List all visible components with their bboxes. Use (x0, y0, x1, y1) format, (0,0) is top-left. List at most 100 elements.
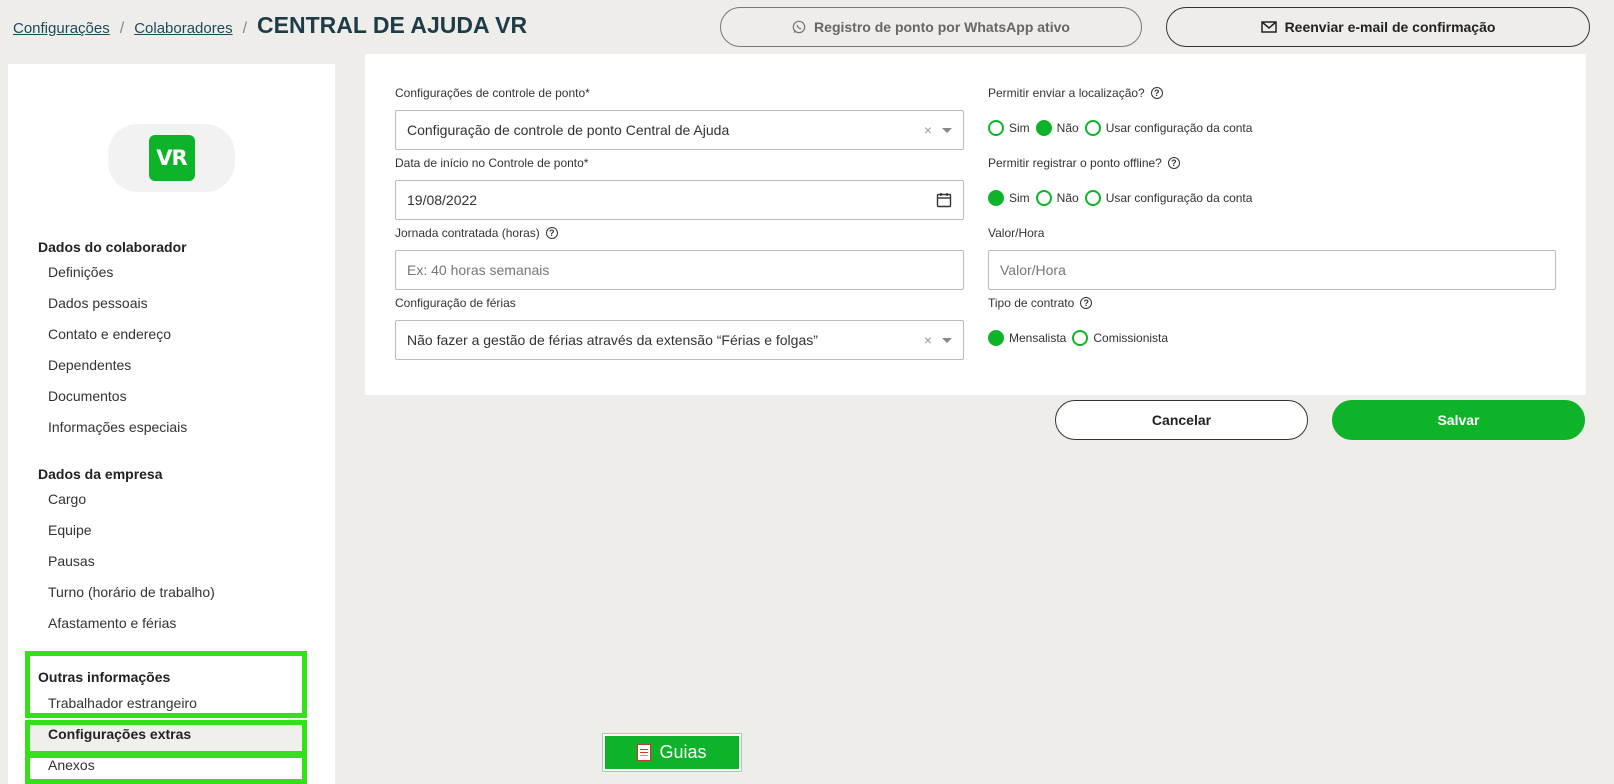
control-config-select[interactable]: Configuração de controle de ponto Centra… (395, 110, 964, 150)
radio-label: Sim (1009, 191, 1030, 205)
breadcrumb-link-configuracoes[interactable]: Configurações (13, 20, 110, 37)
radio-circle[interactable] (1035, 190, 1052, 206)
save-button[interactable]: Salvar (1332, 400, 1585, 440)
whatsapp-status-button[interactable]: Registro de ponto por WhatsApp ativo (720, 7, 1142, 47)
contract-radio-mensalista[interactable]: Mensalista (988, 330, 1066, 346)
start-date-input[interactable]: 19/08/2022 (395, 180, 964, 220)
sidebar-item-configuracoes-extras[interactable]: Configurações extras (48, 726, 191, 742)
start-date-label: Data de início no Controle de ponto* (395, 156, 588, 170)
guias-label: Guias (659, 742, 707, 762)
location-label-text: Permitir enviar a localização? (988, 86, 1145, 100)
chevron-down-icon[interactable] (942, 337, 952, 343)
form-panel: Configurações de controle de ponto* Conf… (365, 54, 1586, 395)
start-date-label-text: Data de início no Controle de ponto* (395, 156, 589, 170)
radio-label: Sim (1009, 121, 1030, 135)
chevron-down-icon[interactable] (942, 127, 952, 133)
resend-email-label: Reenviar e-mail de confirmação (1284, 19, 1496, 35)
location-radio-usar-conta[interactable]: Usar configuração da conta (1084, 120, 1253, 136)
clear-icon[interactable]: × (924, 332, 932, 348)
hour-value-input[interactable]: Valor/Hora (988, 250, 1556, 290)
control-config-value: Configuração de controle de ponto Centra… (407, 122, 730, 138)
journey-label: Jornada contratada (horas) ? (395, 226, 558, 240)
journey-input[interactable]: Ex: 40 horas semanais (395, 250, 964, 290)
help-icon[interactable]: ? (1080, 297, 1093, 309)
offline-radio-nao[interactable]: Não (1035, 190, 1079, 206)
sidebar-item-turno[interactable]: Turno (horário de trabalho) (48, 584, 215, 600)
contract-label: Tipo de contrato ? (988, 296, 1093, 310)
clear-icon[interactable]: × (924, 122, 932, 138)
breadcrumb-separator: / (242, 20, 248, 37)
location-label: Permitir enviar a localização? ? (988, 86, 1163, 100)
offline-radio-usar-conta[interactable]: Usar configuração da conta (1084, 190, 1252, 206)
sidebar-item-dados-pessoais[interactable]: Dados pessoais (48, 295, 148, 311)
page-title: CENTRAL DE AJUDA VR (257, 12, 528, 38)
radio-label: Não (1056, 191, 1079, 205)
cancel-button[interactable]: Cancelar (1055, 400, 1308, 440)
hour-value-placeholder: Valor/Hora (1000, 262, 1066, 278)
journey-placeholder: Ex: 40 horas semanais (407, 262, 550, 278)
sidebar-item-anexos[interactable]: Anexos (48, 757, 95, 773)
location-radio-sim[interactable]: Sim (988, 120, 1030, 136)
vacation-select[interactable]: Não fazer a gestão de férias através da … (395, 320, 964, 360)
hour-value-label-text: Valor/Hora (988, 226, 1045, 240)
radio-label: Comissionista (1093, 331, 1169, 345)
contract-label-text: Tipo de contrato (988, 296, 1075, 310)
sidebar-item-pausas[interactable]: Pausas (48, 553, 95, 569)
sidebar-section-dados-colaborador: Dados do colaborador (38, 239, 187, 255)
sidebar-item-dependentes[interactable]: Dependentes (48, 357, 131, 373)
radio-circle-selected[interactable] (988, 190, 1004, 206)
sidebar-item-afastamento-ferias[interactable]: Afastamento e férias (48, 615, 176, 631)
vacation-label-text: Configuração de férias (395, 296, 516, 310)
vacation-value: Não fazer a gestão de férias através da … (407, 332, 818, 348)
offline-label-text: Permitir registrar o ponto offline? (988, 156, 1162, 170)
sidebar-section-dados-empresa: Dados da empresa (38, 466, 163, 482)
sidebar-item-documentos[interactable]: Documentos (48, 388, 127, 404)
company-avatar: VR (108, 124, 235, 192)
radio-circle[interactable] (1084, 120, 1101, 136)
sidebar-item-cargo[interactable]: Cargo (48, 491, 86, 507)
sidebar: VR Dados do colaborador Definições Dados… (8, 64, 335, 784)
location-radio-group: Sim Não Usar configuração da conta (988, 120, 1258, 136)
radio-circle[interactable] (1072, 330, 1089, 346)
breadcrumb: Configurações / Colaboradores / CENTRAL … (13, 12, 527, 39)
start-date-value: 19/08/2022 (407, 192, 478, 208)
radio-circle[interactable] (988, 120, 1004, 136)
offline-radio-group: Sim Não Usar configuração da conta (988, 190, 1258, 206)
guias-button[interactable]: Guias (603, 734, 741, 771)
sidebar-item-equipe[interactable]: Equipe (48, 522, 92, 538)
journey-label-text: Jornada contratada (horas) (395, 226, 540, 240)
breadcrumb-link-colaboradores[interactable]: Colaboradores (134, 20, 232, 37)
whatsapp-status-label: Registro de ponto por WhatsApp ativo (814, 19, 1070, 35)
radio-circle-selected[interactable] (988, 330, 1004, 346)
offline-radio-sim[interactable]: Sim (988, 190, 1030, 206)
help-icon[interactable]: ? (1150, 87, 1163, 99)
radio-circle-selected[interactable] (1035, 120, 1052, 136)
contract-radio-comissionista[interactable]: Comissionista (1072, 330, 1168, 346)
vr-logo: VR (148, 135, 195, 181)
contract-radio-group: Mensalista Comissionista (988, 330, 1174, 346)
radio-label: Usar configuração da conta (1105, 121, 1253, 135)
whatsapp-icon (792, 20, 806, 34)
sidebar-item-contato-endereco[interactable]: Contato e endereço (48, 326, 171, 342)
breadcrumb-separator: / (119, 20, 125, 37)
hour-value-label: Valor/Hora (988, 226, 1044, 240)
sidebar-item-informacoes-especiais[interactable]: Informações especiais (48, 419, 187, 435)
control-config-label-text: Configurações de controle de ponto* (395, 86, 590, 100)
sidebar-item-trabalhador-estrangeiro[interactable]: Trabalhador estrangeiro (48, 695, 197, 711)
calendar-icon[interactable] (936, 192, 952, 208)
radio-label: Mensalista (1009, 331, 1067, 345)
offline-label: Permitir registrar o ponto offline? ? (988, 156, 1180, 170)
mail-icon (1260, 21, 1277, 33)
document-icon (637, 744, 652, 761)
help-icon[interactable]: ? (1167, 157, 1180, 169)
radio-label: Não (1056, 121, 1079, 135)
radio-circle[interactable] (1084, 190, 1101, 206)
vacation-label: Configuração de férias (395, 296, 516, 310)
resend-email-button[interactable]: Reenviar e-mail de confirmação (1166, 7, 1590, 47)
help-icon[interactable]: ? (545, 227, 558, 239)
location-radio-nao[interactable]: Não (1035, 120, 1079, 136)
sidebar-section-outras-informacoes: Outras informações (38, 669, 171, 685)
logo-text: VR (156, 146, 187, 170)
sidebar-item-definicoes[interactable]: Definições (48, 264, 113, 280)
control-config-label: Configurações de controle de ponto* (395, 86, 590, 100)
